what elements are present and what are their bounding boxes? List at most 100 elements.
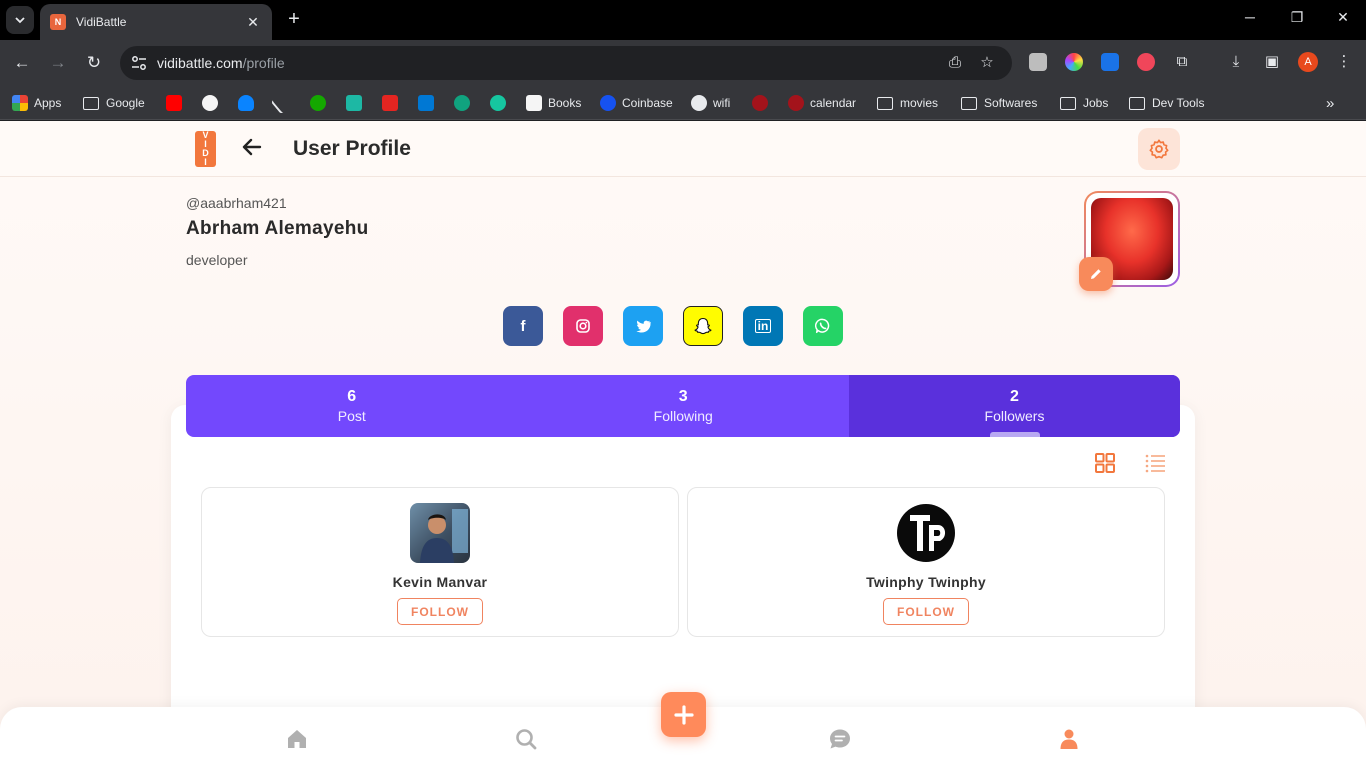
folder-icon xyxy=(961,96,977,110)
profile-name: Abrham Alemayehu xyxy=(186,218,369,239)
github-icon[interactable] xyxy=(202,95,218,111)
bookmark-movies[interactable]: movies xyxy=(877,94,938,112)
snapchat-link[interactable] xyxy=(683,306,723,346)
create-post-button[interactable] xyxy=(661,692,706,737)
stat-followers-tab[interactable]: 2 Followers xyxy=(849,375,1180,437)
site-settings-icon[interactable] xyxy=(130,54,148,72)
instagram-icon xyxy=(576,319,590,333)
bookmark-jobs[interactable]: Jobs xyxy=(1060,94,1108,112)
snapchat-ghost-icon xyxy=(694,317,712,335)
chat-icon[interactable] xyxy=(828,727,852,751)
browser-tab-active[interactable]: N VidiBattle ✕ xyxy=(40,4,272,40)
vscode-icon[interactable] xyxy=(418,95,434,111)
bookmark-books[interactable]: Books xyxy=(526,94,581,112)
downloads-icon[interactable]: ⤓ xyxy=(1226,52,1246,72)
app-circle-icon[interactable] xyxy=(490,95,506,111)
follower-card[interactable]: Kevin Manvar FOLLOW xyxy=(201,487,679,637)
forward-nav-icon[interactable]: → xyxy=(46,51,70,75)
person-photo-icon xyxy=(420,509,468,563)
color-picker-extension-icon[interactable] xyxy=(1065,53,1083,71)
profile-user-icon[interactable] xyxy=(1057,727,1081,751)
more-bookmarks-icon[interactable]: » xyxy=(1326,94,1334,112)
bookmark-google[interactable]: Google xyxy=(83,94,145,112)
following-count: 3 xyxy=(678,388,688,405)
side-panel-icon[interactable]: ▣ xyxy=(1262,52,1282,72)
minimize-icon[interactable]: ─ xyxy=(1238,9,1262,25)
extensions-puzzle-icon[interactable]: ⧉ xyxy=(1172,52,1192,72)
folder-icon xyxy=(877,96,893,110)
address-bar[interactable]: vidibattle.com/profile ⎙ ☆ xyxy=(120,46,1012,80)
url-path: /profile xyxy=(242,55,285,71)
gear-icon xyxy=(1149,139,1169,159)
search-icon[interactable] xyxy=(514,727,538,751)
new-tab-button[interactable]: + xyxy=(283,9,305,31)
follower-name: Twinphy Twinphy xyxy=(866,574,986,590)
bookmark-star-icon[interactable]: ☆ xyxy=(978,54,996,72)
p-app-icon[interactable] xyxy=(382,95,398,111)
youtube-icon[interactable] xyxy=(166,95,182,111)
stat-following-tab[interactable]: 3 Following xyxy=(518,375,850,437)
stat-posts-tab[interactable]: 6 Post xyxy=(186,375,518,437)
instagram-link[interactable] xyxy=(563,306,603,346)
folder-icon xyxy=(1129,96,1145,110)
restore-icon[interactable]: ❐ xyxy=(1285,9,1309,26)
browser-profile-avatar[interactable]: A xyxy=(1298,52,1318,72)
tab-title: VidiBattle xyxy=(76,15,127,29)
back-arrow-icon[interactable] xyxy=(240,135,264,159)
tab-close-icon[interactable]: ✕ xyxy=(244,14,262,31)
avatar[interactable] xyxy=(896,503,956,563)
reload-icon[interactable]: ↻ xyxy=(82,51,106,75)
browser-menu-icon[interactable]: ⋮ xyxy=(1334,52,1354,72)
linkedin-icon: in xyxy=(754,319,772,333)
whatsapp-link[interactable] xyxy=(803,306,843,346)
bookmarks-bar: Apps Google Books Coinbase wifi calendar… xyxy=(0,86,1366,120)
tab-search-button[interactable] xyxy=(6,6,34,34)
page-title: User Profile xyxy=(293,137,411,160)
page: V I D I User Profile @aaabrham421 Abrham… xyxy=(0,121,1366,768)
vidibattle-logo[interactable]: V I D I xyxy=(195,131,216,167)
grid-view-icon[interactable] xyxy=(1093,451,1117,475)
twinphy-logo-icon xyxy=(897,504,955,562)
profile-handle: @aaabrham421 xyxy=(186,195,287,211)
posts-label: Post xyxy=(337,408,366,424)
plus-icon xyxy=(673,704,694,725)
vidibattle-favicon-icon: N xyxy=(50,14,66,30)
folder-icon xyxy=(83,96,99,110)
home-icon[interactable] xyxy=(285,727,309,751)
bookmark-calendar[interactable]: calendar xyxy=(788,94,856,112)
bookmark-dev-tools[interactable]: Dev Tools xyxy=(1129,94,1204,112)
chatgpt-icon[interactable] xyxy=(454,95,470,111)
install-app-icon[interactable]: ⎙ xyxy=(946,54,964,72)
linkedin-link[interactable]: in xyxy=(743,306,783,346)
stats-bar: 6 Post 3 Following 2 Followers xyxy=(186,375,1180,437)
d-app-icon[interactable] xyxy=(346,95,362,111)
twitter-link[interactable] xyxy=(623,306,663,346)
browser-tabbar: N VidiBattle ✕ + ─ ❐ ✕ xyxy=(0,0,1366,40)
upwork-icon[interactable] xyxy=(310,95,326,111)
extension-1-icon[interactable] xyxy=(1029,53,1047,71)
bookmark-wifi[interactable]: wifi xyxy=(691,94,730,112)
follow-button[interactable]: FOLLOW xyxy=(397,598,483,625)
back-nav-icon[interactable]: ← xyxy=(10,51,34,75)
follow-button[interactable]: FOLLOW xyxy=(883,598,969,625)
avatar[interactable] xyxy=(410,503,470,563)
bookmark-apps[interactable]: Apps xyxy=(12,94,61,112)
followers-count: 2 xyxy=(1010,388,1019,405)
url-text: vidibattle.com/profile xyxy=(157,55,285,71)
bookmark-coinbase[interactable]: Coinbase xyxy=(600,94,673,112)
window-close-icon[interactable]: ✕ xyxy=(1331,9,1355,26)
follower-card[interactable]: Twinphy Twinphy FOLLOW xyxy=(687,487,1165,637)
chevron-down-icon xyxy=(15,17,25,24)
extension-4-icon[interactable] xyxy=(1137,53,1155,71)
red-site-icon[interactable] xyxy=(752,95,768,111)
list-view-icon[interactable] xyxy=(1143,451,1167,475)
folder-icon xyxy=(1060,96,1076,110)
facebook-link[interactable]: f xyxy=(503,306,543,346)
edit-profile-button[interactable] xyxy=(1079,257,1113,291)
onedrive-icon[interactable] xyxy=(238,95,254,111)
settings-button[interactable] xyxy=(1138,128,1180,170)
bookmark-softwares[interactable]: Softwares xyxy=(961,94,1037,112)
fi-extension-icon[interactable] xyxy=(1101,53,1119,71)
whatsapp-icon xyxy=(815,318,830,334)
pen-tool-icon[interactable] xyxy=(270,91,294,115)
